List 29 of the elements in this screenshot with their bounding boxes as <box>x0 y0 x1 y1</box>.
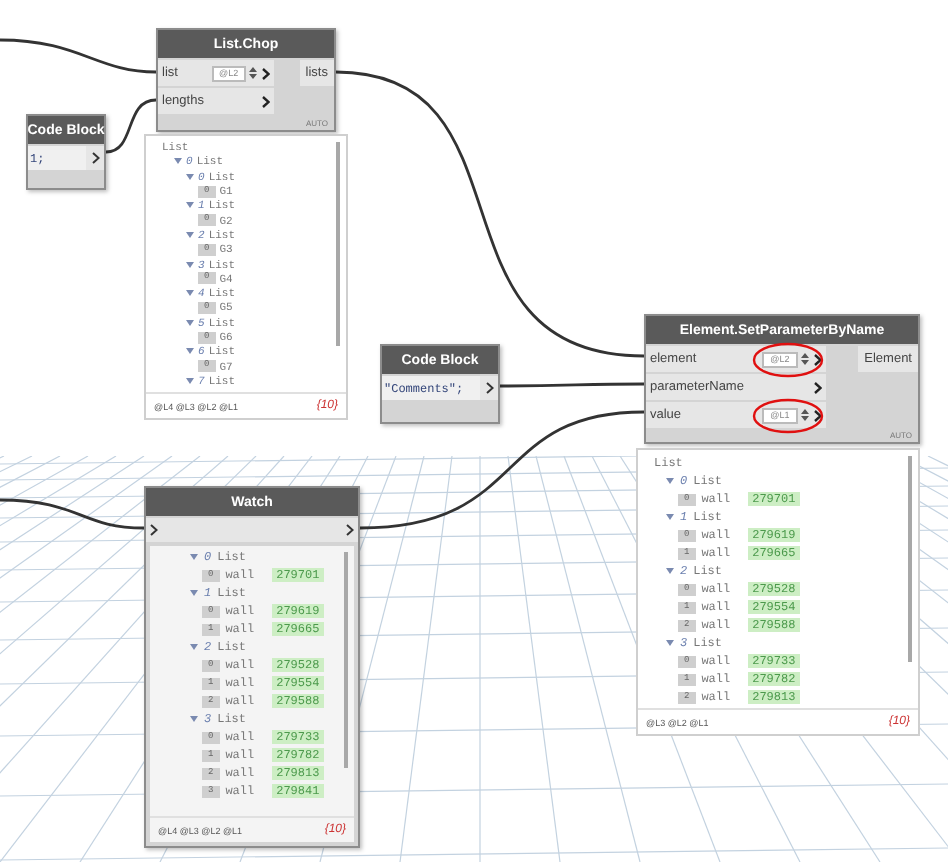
collapse-icon[interactable] <box>666 514 674 520</box>
wire <box>500 382 644 388</box>
collapse-icon[interactable] <box>666 640 674 646</box>
scrollbar[interactable] <box>908 456 912 663</box>
collapse-icon[interactable] <box>186 231 194 238</box>
collapse-icon[interactable] <box>190 716 198 722</box>
collapse-icon[interactable] <box>190 554 198 560</box>
chevron-icon[interactable] <box>150 524 158 536</box>
collapse-icon[interactable] <box>190 590 198 596</box>
scrollbar[interactable] <box>344 552 348 768</box>
collapse-icon[interactable] <box>186 377 194 384</box>
collapse-icon[interactable] <box>186 319 194 326</box>
chevron-icon[interactable] <box>485 382 493 394</box>
collapse-icon[interactable] <box>666 568 674 574</box>
collapse-icon[interactable] <box>666 478 674 484</box>
chevron-icon[interactable] <box>262 95 271 107</box>
chevron-icon[interactable] <box>262 67 271 79</box>
scrollbar[interactable] <box>336 142 340 347</box>
chevron-icon[interactable] <box>813 353 822 365</box>
collapse-icon[interactable] <box>186 202 194 209</box>
collapse-icon[interactable] <box>186 261 194 268</box>
collapse-icon[interactable] <box>186 348 194 355</box>
chevron-icon[interactable] <box>813 409 822 421</box>
chevron-icon[interactable] <box>91 152 99 164</box>
chevron-icon[interactable] <box>346 524 354 536</box>
wire <box>105 98 157 154</box>
chevron-icon[interactable] <box>813 381 822 393</box>
collapse-icon[interactable] <box>186 290 194 297</box>
collapse-icon[interactable] <box>190 644 198 650</box>
